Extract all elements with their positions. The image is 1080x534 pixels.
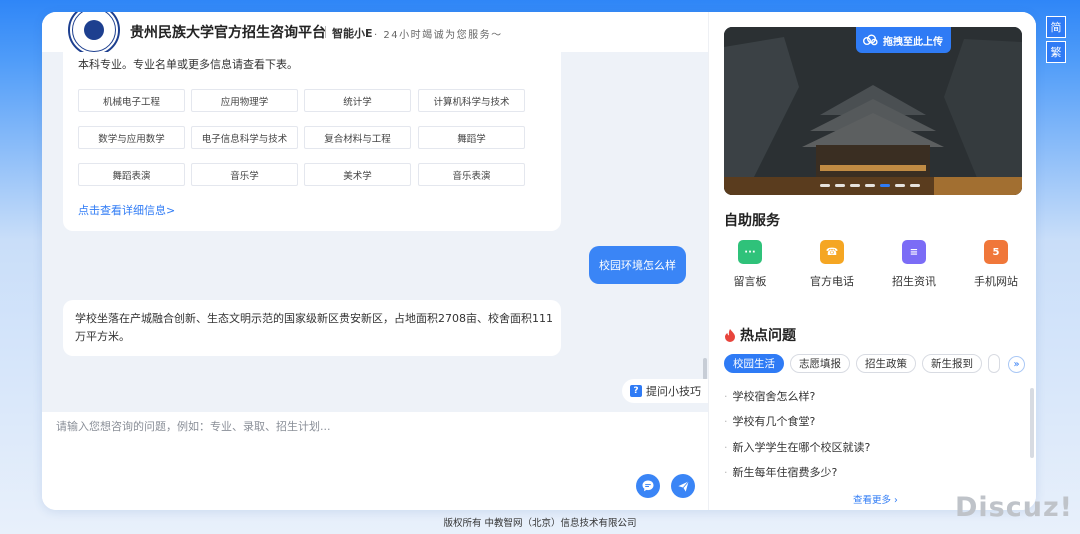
see-more-label: 查看更多 [853,495,892,506]
carousel-dots [820,184,920,187]
hot-tab[interactable]: 招生政策 [856,354,916,373]
hot-tabs: 校园生活 志愿填报 招生政策 新生报到 [724,354,1000,373]
carousel-dot[interactable] [865,184,875,187]
user-message-bubble: 校园环境怎么样 [589,246,686,284]
carousel-dot[interactable] [910,184,920,187]
major-tag[interactable]: 数学与应用数学 [78,126,185,149]
major-tag[interactable]: 计算机科学与技术 [418,89,525,112]
flame-icon [725,329,735,342]
send-icon [677,480,689,492]
hot-question-text: 新入学学生在哪个校区就读? [732,441,871,454]
upload-button[interactable]: 拖拽至此上传 [856,27,951,53]
header-slogan: · 24小时竭诚为您服务～ [374,30,503,41]
discuz-watermark: Discuz! [955,492,1073,523]
question-mark-icon: ? [630,385,642,397]
hot-tab[interactable]: 新生报到 [922,354,982,373]
footer-copyright: 版权所有 中教智网（北京）信息技术有限公司 [443,518,637,529]
input-area [42,412,708,510]
service-label: 留言板 [733,275,767,288]
hot-question-item[interactable]: · 学校宿舍怎么样? [724,388,815,404]
upload-label: 拖拽至此上传 [883,36,943,48]
hot-question-text: 学校宿舍怎么样? [732,390,816,403]
service-phone[interactable]: ☎ 官方电话 [802,240,862,289]
carousel-dot[interactable] [835,184,845,187]
chat-scrollbar[interactable] [703,358,707,380]
title-divider [325,26,326,38]
chat-bubble-icon [642,480,654,492]
chat-options-button[interactable] [636,474,660,498]
major-tag[interactable]: 音乐表演 [418,163,525,186]
service-label: 招生资讯 [892,275,936,288]
hot-question-item[interactable]: · 新入学学生在哪个校区就读? [724,439,870,455]
simplified-chinese-button[interactable]: 简 [1046,16,1066,38]
major-tag[interactable]: 舞蹈学 [418,126,525,149]
carousel-dot[interactable] [850,184,860,187]
service-news[interactable]: ≡ 招生资讯 [884,240,944,289]
major-tag[interactable]: 美术学 [304,163,411,186]
phone-icon: ☎ [820,240,844,264]
service-message-board[interactable]: ··· 留言板 [720,240,780,289]
majors-message-card: 本科专业。专业名单或更多信息请查看下表。 机械电子工程 应用物理学 统计学 计算… [63,52,561,231]
majors-intro: 本科专业。专业名单或更多信息请查看下表。 [78,58,298,71]
hot-question-item[interactable]: · 新生每年住宿费多少? [724,464,837,480]
tabs-next-icon[interactable]: » [1008,356,1025,373]
service-label: 官方电话 [810,275,854,288]
see-more-link[interactable]: 查看更多 › [853,492,898,506]
question-tips-button[interactable]: ? 提问小技巧 [622,379,708,403]
hot-questions-title: 热点问题 [740,328,796,344]
view-details-link[interactable]: 点击查看详细信息> [78,202,175,218]
answer-text: 学校坐落在产城融合创新、生态文明示范的国家级新区贵安新区，占地面积2708亩、校… [75,312,553,343]
major-tag[interactable]: 音乐学 [191,163,298,186]
assistant-brand: 智能小E [332,27,373,40]
service-mobile-site[interactable]: 5 手机网站 [966,240,1026,289]
page-title: 贵州民族大学官方招生咨询平台 [130,25,326,41]
message-board-icon: ··· [738,240,762,264]
carousel-dot[interactable] [880,184,890,187]
hot-tab[interactable]: 志愿填报 [790,354,850,373]
hot-question-text: 学校有几个食堂? [732,415,816,428]
hot-question-item[interactable]: · 学校有几个食堂? [724,413,815,429]
html5-icon: 5 [984,240,1008,264]
header: 贵州民族大学官方招生咨询平台 智能小E · 24小时竭诚为您服务～ [42,12,708,56]
major-tag[interactable]: 统计学 [304,89,411,112]
carousel-dot[interactable] [820,184,830,187]
question-tips-label: 提问小技巧 [646,385,701,398]
service-label: 手机网站 [974,275,1018,288]
chat-app-window: 贵州民族大学官方招生咨询平台 智能小E · 24小时竭诚为您服务～ 本科专业。专… [42,12,1036,510]
self-service-title: 自助服务 [724,213,780,229]
send-button[interactable] [671,474,695,498]
carousel-dot[interactable] [895,184,905,187]
major-tag[interactable]: 舞蹈表演 [78,163,185,186]
question-input[interactable] [56,418,636,458]
hot-tab[interactable]: 校园生活 [724,354,784,373]
cloud-icon [863,34,878,46]
answer-message-card: 学校坐落在产城融合创新、生态文明示范的国家级新区贵安新区，占地面积2708亩、校… [63,300,561,356]
right-panel: 拖拽至此上传 自助服务 ··· 留言板 ☎ 官方电话 ≡ 招生资讯 5 手机网站… [708,12,1036,510]
hot-question-text: 新生每年住宿费多少? [732,466,838,479]
hot-tab-overflow[interactable] [988,354,1000,373]
traditional-chinese-button[interactable]: 繁 [1046,41,1066,63]
chat-area[interactable]: 本科专业。专业名单或更多信息请查看下表。 机械电子工程 应用物理学 统计学 计算… [42,52,708,412]
campus-image-carousel[interactable]: 拖拽至此上传 [724,27,1022,195]
news-icon: ≡ [902,240,926,264]
major-tag[interactable]: 电子信息科学与技术 [191,126,298,149]
major-tag[interactable]: 复合材料与工程 [304,126,411,149]
major-tag[interactable]: 应用物理学 [191,89,298,112]
major-tag[interactable]: 机械电子工程 [78,89,185,112]
university-logo [68,12,120,56]
hot-questions-scrollbar[interactable] [1030,388,1034,458]
